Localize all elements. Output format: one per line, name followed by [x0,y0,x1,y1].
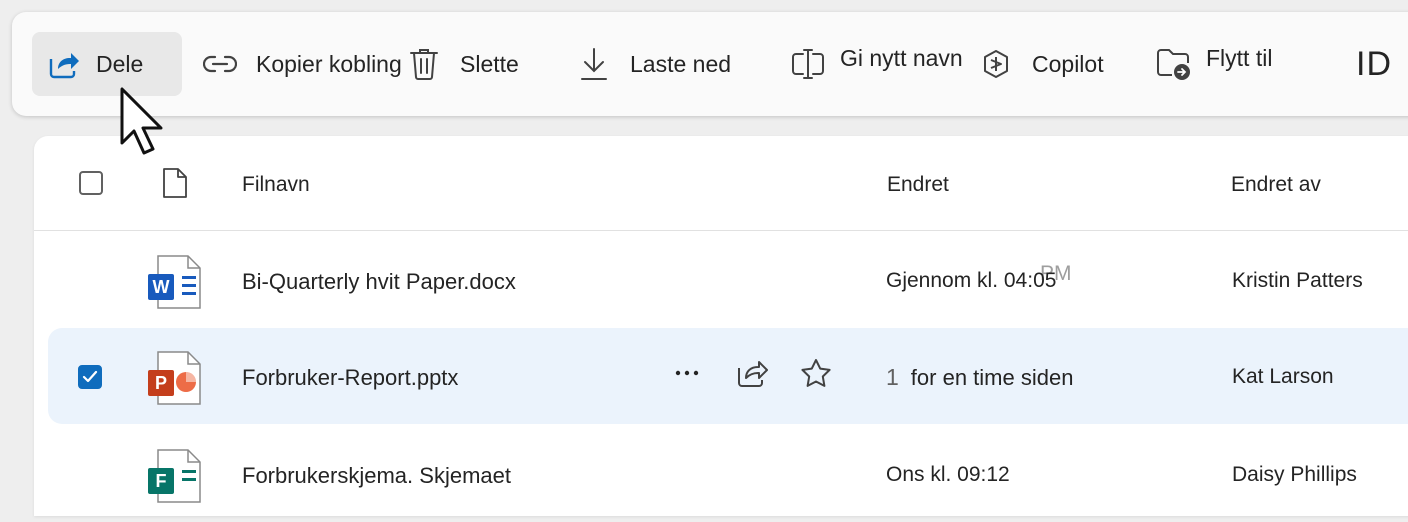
modified-date: Gjennom kl. 04:05 [886,269,1057,292]
download-label: Laste ned [630,50,732,77]
command-bar: Dele Kopier kobling Slette Laste ned Gi … [12,12,1408,116]
file-name[interactable]: Forbruker-Report.pptx [242,365,458,391]
move-folder-icon [1156,46,1192,82]
rename-label: Gi nytt navn [840,44,963,71]
table-row[interactable]: F Forbrukerskjema. Skjemaet Ons kl. 09:1… [48,426,1408,522]
copy-link-label: Kopier kobling [256,50,402,77]
modified-date: 1 for en time siden [886,364,1073,391]
more-commands-label: ID [1356,44,1392,83]
move-to-button[interactable]: Flytt til [1156,32,1272,96]
select-all-checkbox[interactable] [79,171,103,195]
file-list: Filnavn Endret Endret av W Bi-Quarterly … [34,136,1408,516]
copilot-label: Copilot [1032,50,1104,77]
share-icon [46,46,82,82]
modified-by[interactable]: Kat Larson [1232,365,1334,389]
modified-date: Ons kl. 09:12 [886,463,1010,486]
file-type-icon [162,167,188,204]
copy-link-button[interactable]: Kopier kobling [202,32,402,96]
link-icon [202,46,238,82]
powerpoint-file-icon: P [146,348,206,413]
column-header-modified[interactable]: Endret [887,173,949,197]
copilot-button[interactable]: Copilot [978,32,1104,96]
svg-text:P: P [155,373,167,393]
file-name[interactable]: Forbrukerskjema. Skjemaet [242,463,511,489]
svg-text:W: W [153,277,170,297]
row-checkbox[interactable] [78,365,102,389]
download-icon [576,46,612,82]
file-name[interactable]: Bi-Quarterly hvit Paper.docx [242,269,516,295]
file-list-header: Filnavn Endret Endret av [34,136,1408,231]
delete-label: Slette [460,50,519,77]
rename-icon [790,46,826,82]
modified-by[interactable]: Kristin Patters [1232,269,1363,293]
more-options-icon[interactable] [672,358,702,393]
modified-text: for en time siden [910,365,1074,390]
word-file-icon: W [146,252,206,317]
move-to-label: Flytt til [1206,44,1273,71]
download-button[interactable]: Laste ned [576,32,731,96]
table-row[interactable]: W Bi-Quarterly hvit Paper.docx PM Gjenno… [48,232,1408,328]
more-commands-button[interactable]: ID [1356,32,1392,96]
copilot-icon [978,46,1014,82]
star-icon[interactable] [800,358,832,393]
rename-button[interactable]: Gi nytt navn [790,32,963,96]
column-header-modified-by[interactable]: Endret av [1231,173,1321,197]
modified-prefix: 1 [886,364,899,390]
share-label: Dele [96,50,144,77]
mouse-pointer-icon [120,87,163,155]
share-icon[interactable] [736,358,768,393]
table-row-selected[interactable]: P Forbruker-Report.pptx 1 for en time sid… [48,328,1408,424]
forms-file-icon: F [146,446,206,511]
delete-button[interactable]: Slette [406,32,519,96]
trash-icon [406,46,442,82]
svg-text:F: F [156,471,167,491]
modified-by[interactable]: Daisy Phillips [1232,463,1357,487]
column-header-name[interactable]: Filnavn [242,173,310,197]
